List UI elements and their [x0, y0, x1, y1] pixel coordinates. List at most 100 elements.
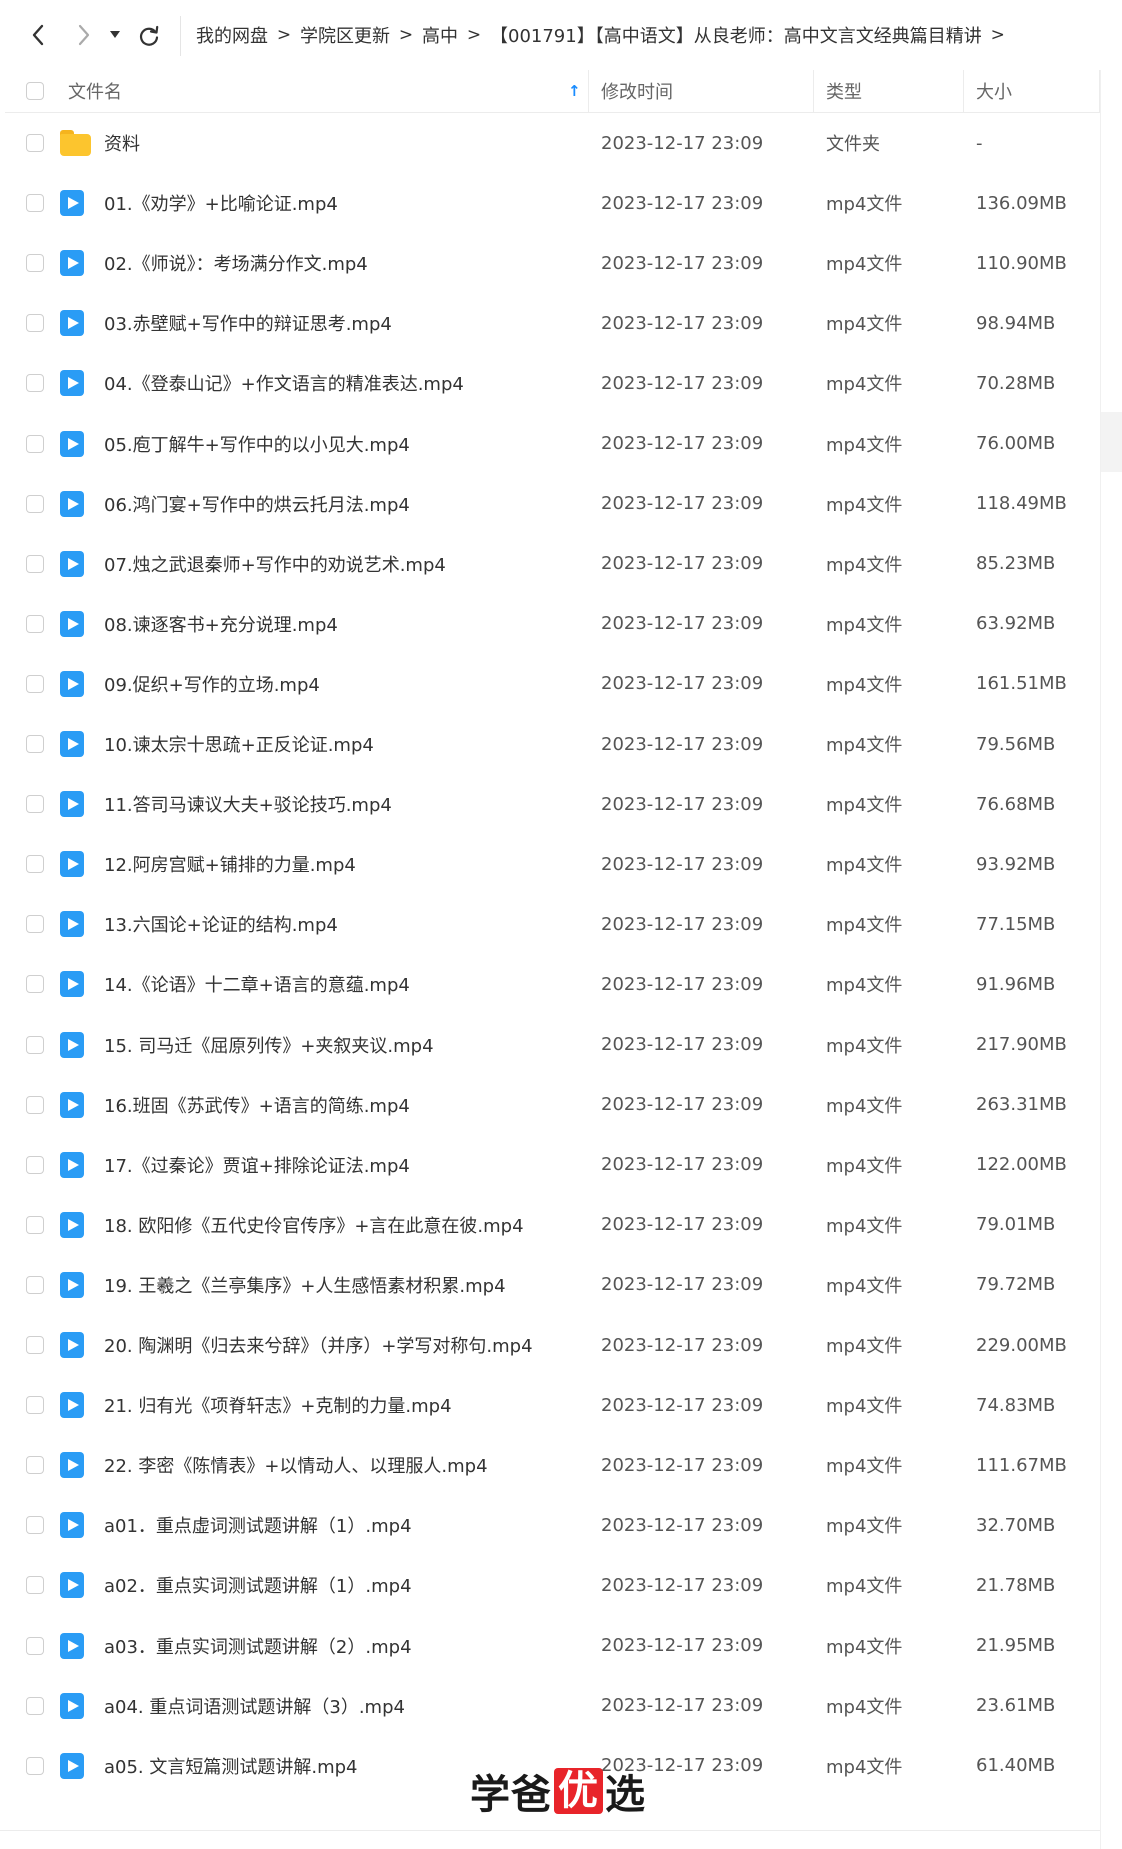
row-checkbox[interactable] — [26, 1456, 44, 1475]
row-checkbox[interactable] — [26, 975, 44, 994]
file-row[interactable]: 09.促织+写作的立场.mp4 2023-12-17 23:09 mp4文件 161.… — [5, 654, 1100, 714]
row-checkbox[interactable] — [26, 1275, 44, 1294]
column-header-modified-time[interactable]: 修改时间 — [601, 70, 673, 112]
file-row[interactable]: 07.烛之武退秦师+写作中的劝说艺术.mp4 2023-12-17 23:09 mp… — [5, 534, 1100, 594]
select-all-checkbox[interactable] — [26, 82, 44, 100]
scrollbar-thumb[interactable] — [1101, 412, 1122, 472]
file-name[interactable]: 13.六国论+论证的结构.mp4 — [104, 894, 338, 954]
file-name[interactable]: 05.庖丁解牛+写作中的以小见大.mp4 — [104, 414, 410, 474]
forward-button[interactable] — [70, 21, 98, 49]
column-divider[interactable] — [813, 70, 814, 112]
breadcrumb-item-high-school[interactable]: 高中 — [422, 22, 458, 48]
file-row[interactable]: 17.《过秦论》贾谊+排除论证法.mp4 2023-12-17 23:09 mp4文… — [5, 1135, 1100, 1195]
file-name[interactable]: 18. 欧阳修《五代史伶官传序》+言在此意在彼.mp4 — [104, 1195, 524, 1255]
file-row[interactable]: 10.谏太宗十思疏+正反论证.mp4 2023-12-17 23:09 mp4文件 7… — [5, 714, 1100, 774]
file-row[interactable]: 04.《登泰山记》+作文语言的精准表达.mp4 2023-12-17 23:09 m… — [5, 353, 1100, 413]
file-name[interactable]: 17.《过秦论》贾谊+排除论证法.mp4 — [104, 1135, 410, 1195]
file-row[interactable]: a02．重点实词测试题讲解（1）.mp4 2023-12-17 23:09 mp4文… — [5, 1555, 1100, 1615]
row-checkbox[interactable] — [26, 614, 44, 633]
file-name[interactable]: 11.答司马谏议大夫+驳论技巧.mp4 — [104, 774, 392, 834]
file-name[interactable]: 02.《师说》：考场满分作文.mp4 — [104, 233, 368, 293]
vertical-scrollbar[interactable] — [1100, 70, 1122, 1849]
file-name[interactable]: 22. 李密《陈情表》+以情动人、以理服人.mp4 — [104, 1435, 488, 1495]
file-name[interactable]: a05. 文言短篇测试题讲解.mp4 — [104, 1736, 358, 1796]
file-row[interactable]: a03．重点实词测试题讲解（2）.mp4 2023-12-17 23:09 mp4文… — [5, 1616, 1100, 1676]
file-row[interactable]: 12.阿房宫赋+铺排的力量.mp4 2023-12-17 23:09 mp4文件 93… — [5, 834, 1100, 894]
file-row[interactable]: a01．重点虚词测试题讲解（1）.mp4 2023-12-17 23:09 mp4文… — [5, 1495, 1100, 1555]
file-row[interactable]: 06.鸿门宴+写作中的烘云托月法.mp4 2023-12-17 23:09 mp4文… — [5, 474, 1100, 534]
row-checkbox[interactable] — [26, 1215, 44, 1234]
column-header-name[interactable]: 文件名 — [68, 70, 122, 112]
file-row[interactable]: 14.《论语》十二章+语言的意蕴.mp4 2023-12-17 23:09 mp4文… — [5, 954, 1100, 1014]
row-checkbox[interactable] — [26, 434, 44, 453]
file-row[interactable]: 13.六国论+论证的结构.mp4 2023-12-17 23:09 mp4文件 77.… — [5, 894, 1100, 954]
row-checkbox[interactable] — [26, 915, 44, 934]
file-row[interactable]: 01.《劝学》+比喻论证.mp4 2023-12-17 23:09 mp4文件 136… — [5, 173, 1100, 233]
breadcrumb-item-my-drive[interactable]: 我的网盘 — [196, 22, 268, 48]
breadcrumb-item-academy-updates[interactable]: 学院区更新 — [300, 22, 390, 48]
file-name[interactable]: 19. 王羲之《兰亭集序》+人生感悟素材积累.mp4 — [104, 1255, 506, 1315]
file-name[interactable]: 08.谏逐客书+充分说理.mp4 — [104, 594, 338, 654]
row-checkbox[interactable] — [26, 254, 44, 273]
file-name[interactable]: 10.谏太宗十思疏+正反论证.mp4 — [104, 714, 374, 774]
row-checkbox[interactable] — [26, 1516, 44, 1535]
file-name[interactable]: a01．重点虚词测试题讲解（1）.mp4 — [104, 1495, 412, 1555]
file-name[interactable]: 21. 归有光《项脊轩志》+克制的力量.mp4 — [104, 1375, 452, 1435]
row-checkbox[interactable] — [26, 1155, 44, 1174]
history-dropdown-button[interactable] — [105, 24, 125, 46]
row-checkbox[interactable] — [26, 314, 44, 333]
file-name[interactable]: 资料 — [104, 113, 140, 173]
column-divider[interactable] — [588, 70, 589, 112]
file-name[interactable]: 07.烛之武退秦师+写作中的劝说艺术.mp4 — [104, 534, 446, 594]
file-row[interactable]: 03.赤壁赋+写作中的辩证思考.mp4 2023-12-17 23:09 mp4文件… — [5, 293, 1100, 353]
file-row[interactable]: 18. 欧阳修《五代史伶官传序》+言在此意在彼.mp4 2023-12-17 23… — [5, 1195, 1100, 1255]
file-name[interactable]: 04.《登泰山记》+作文语言的精准表达.mp4 — [104, 353, 464, 413]
file-name[interactable]: a02．重点实词测试题讲解（1）.mp4 — [104, 1555, 412, 1615]
refresh-button[interactable] — [135, 22, 163, 50]
row-checkbox[interactable] — [26, 795, 44, 814]
breadcrumb-item-current-folder[interactable]: 【001791】【高中语文】从良老师：高中文言文经典篇目精讲 — [490, 22, 982, 48]
file-name[interactable]: 06.鸿门宴+写作中的烘云托月法.mp4 — [104, 474, 410, 534]
file-row[interactable]: 08.谏逐客书+充分说理.mp4 2023-12-17 23:09 mp4文件 63.… — [5, 594, 1100, 654]
file-row[interactable]: a04. 重点词语测试题讲解（3）.mp4 2023-12-17 23:09 mp4… — [5, 1676, 1100, 1736]
row-checkbox[interactable] — [26, 1095, 44, 1114]
row-checkbox[interactable] — [26, 374, 44, 393]
file-row[interactable]: 05.庖丁解牛+写作中的以小见大.mp4 2023-12-17 23:09 mp4文… — [5, 414, 1100, 474]
row-checkbox[interactable] — [26, 1396, 44, 1415]
row-checkbox[interactable] — [26, 1035, 44, 1054]
row-checkbox[interactable] — [26, 134, 44, 152]
row-checkbox[interactable] — [26, 1756, 44, 1775]
file-name[interactable]: 09.促织+写作的立场.mp4 — [104, 654, 320, 714]
row-checkbox[interactable] — [26, 554, 44, 573]
column-header-type[interactable]: 类型 — [826, 70, 862, 112]
row-checkbox[interactable] — [26, 494, 44, 513]
file-name[interactable]: 20. 陶渊明《归去来兮辞》（并序）+学写对称句.mp4 — [104, 1315, 533, 1375]
folder-row[interactable]: 资料 2023-12-17 23:09 文件夹 - — [5, 113, 1100, 173]
back-button[interactable] — [24, 21, 52, 49]
file-name[interactable]: a03．重点实词测试题讲解（2）.mp4 — [104, 1616, 412, 1676]
row-checkbox[interactable] — [26, 1336, 44, 1354]
file-row[interactable]: 02.《师说》：考场满分作文.mp4 2023-12-17 23:09 mp4文件 1… — [5, 233, 1100, 293]
file-row[interactable]: 22. 李密《陈情表》+以情动人、以理服人.mp4 2023-12-17 23:0… — [5, 1435, 1100, 1495]
column-header-size[interactable]: 大小 — [976, 70, 1012, 112]
sort-ascending-icon[interactable]: ↑ — [568, 70, 581, 112]
file-row[interactable]: 19. 王羲之《兰亭集序》+人生感悟素材积累.mp4 2023-12-17 23:… — [5, 1255, 1100, 1315]
file-row[interactable]: 16.班固《苏武传》+语言的简练.mp4 2023-12-17 23:09 mp4文… — [5, 1075, 1100, 1135]
file-name[interactable]: a04. 重点词语测试题讲解（3）.mp4 — [104, 1676, 405, 1736]
row-checkbox[interactable] — [26, 1576, 44, 1595]
file-row[interactable]: 20. 陶渊明《归去来兮辞》（并序）+学写对称句.mp4 2023-12-17 2… — [5, 1315, 1100, 1375]
row-checkbox[interactable] — [26, 1636, 44, 1655]
row-checkbox[interactable] — [26, 855, 44, 874]
column-divider[interactable] — [963, 70, 964, 112]
row-checkbox[interactable] — [26, 674, 44, 693]
file-name[interactable]: 16.班固《苏武传》+语言的简练.mp4 — [104, 1075, 410, 1135]
file-name[interactable]: 03.赤壁赋+写作中的辩证思考.mp4 — [104, 293, 392, 353]
file-name[interactable]: 14.《论语》十二章+语言的意蕴.mp4 — [104, 954, 410, 1014]
row-checkbox[interactable] — [26, 1696, 44, 1715]
file-row[interactable]: 11.答司马谏议大夫+驳论技巧.mp4 2023-12-17 23:09 mp4文件… — [5, 774, 1100, 834]
row-checkbox[interactable] — [26, 735, 44, 753]
file-row[interactable]: 21. 归有光《项脊轩志》+克制的力量.mp4 2023-12-17 23:09 m… — [5, 1375, 1100, 1435]
row-checkbox[interactable] — [26, 194, 44, 213]
file-row[interactable]: 15. 司马迁《屈原列传》+夹叙夹议.mp4 2023-12-17 23:09 mp… — [5, 1015, 1100, 1075]
file-name[interactable]: 12.阿房宫赋+铺排的力量.mp4 — [104, 834, 356, 894]
